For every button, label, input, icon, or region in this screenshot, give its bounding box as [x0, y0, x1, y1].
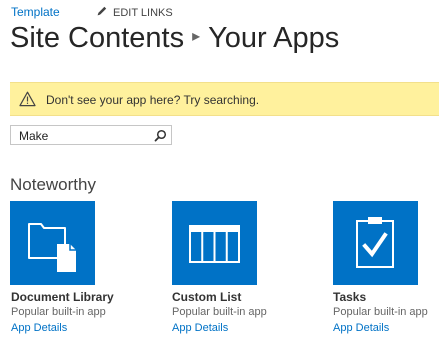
- section-heading: Noteworthy: [10, 175, 96, 194]
- app-tile-tasks[interactable]: [333, 201, 418, 285]
- app-name[interactable]: Document Library: [11, 290, 114, 304]
- page-title: Site Contents ▸ Your Apps: [10, 22, 339, 62]
- app-tile-document-library[interactable]: [10, 201, 95, 285]
- tasks-icon: [356, 217, 394, 268]
- edit-links-button[interactable]: EDIT LINKS: [96, 5, 173, 19]
- app-subtitle: Popular built-in app: [172, 306, 267, 318]
- warning-icon: [19, 91, 36, 107]
- app-details-link[interactable]: App Details: [172, 322, 228, 334]
- app-search-box[interactable]: Make: [10, 125, 172, 145]
- app-name[interactable]: Custom List: [172, 290, 241, 304]
- app-details-link[interactable]: App Details: [11, 322, 67, 334]
- custom-list-icon: [189, 225, 240, 263]
- search-input[interactable]: Make: [19, 129, 48, 143]
- edit-links-label: EDIT LINKS: [113, 7, 173, 19]
- app-subtitle: Popular built-in app: [333, 306, 428, 318]
- banner-message: Don't see your app here? Try searching.: [46, 93, 260, 107]
- info-banner: Don't see your app here? Try searching.: [10, 82, 439, 116]
- search-icon[interactable]: [154, 129, 167, 142]
- app-name[interactable]: Tasks: [333, 290, 366, 304]
- app-details-link[interactable]: App Details: [333, 322, 389, 334]
- app-subtitle: Popular built-in app: [11, 306, 106, 318]
- site-contents-link[interactable]: Site Contents: [10, 22, 184, 54]
- app-tile-custom-list[interactable]: [172, 201, 257, 285]
- pencil-icon: [97, 6, 107, 16]
- template-link[interactable]: Template: [11, 5, 60, 19]
- your-apps-title: Your Apps: [208, 22, 340, 54]
- breadcrumb-separator: ▸: [192, 28, 201, 45]
- document-library-icon: [28, 223, 76, 272]
